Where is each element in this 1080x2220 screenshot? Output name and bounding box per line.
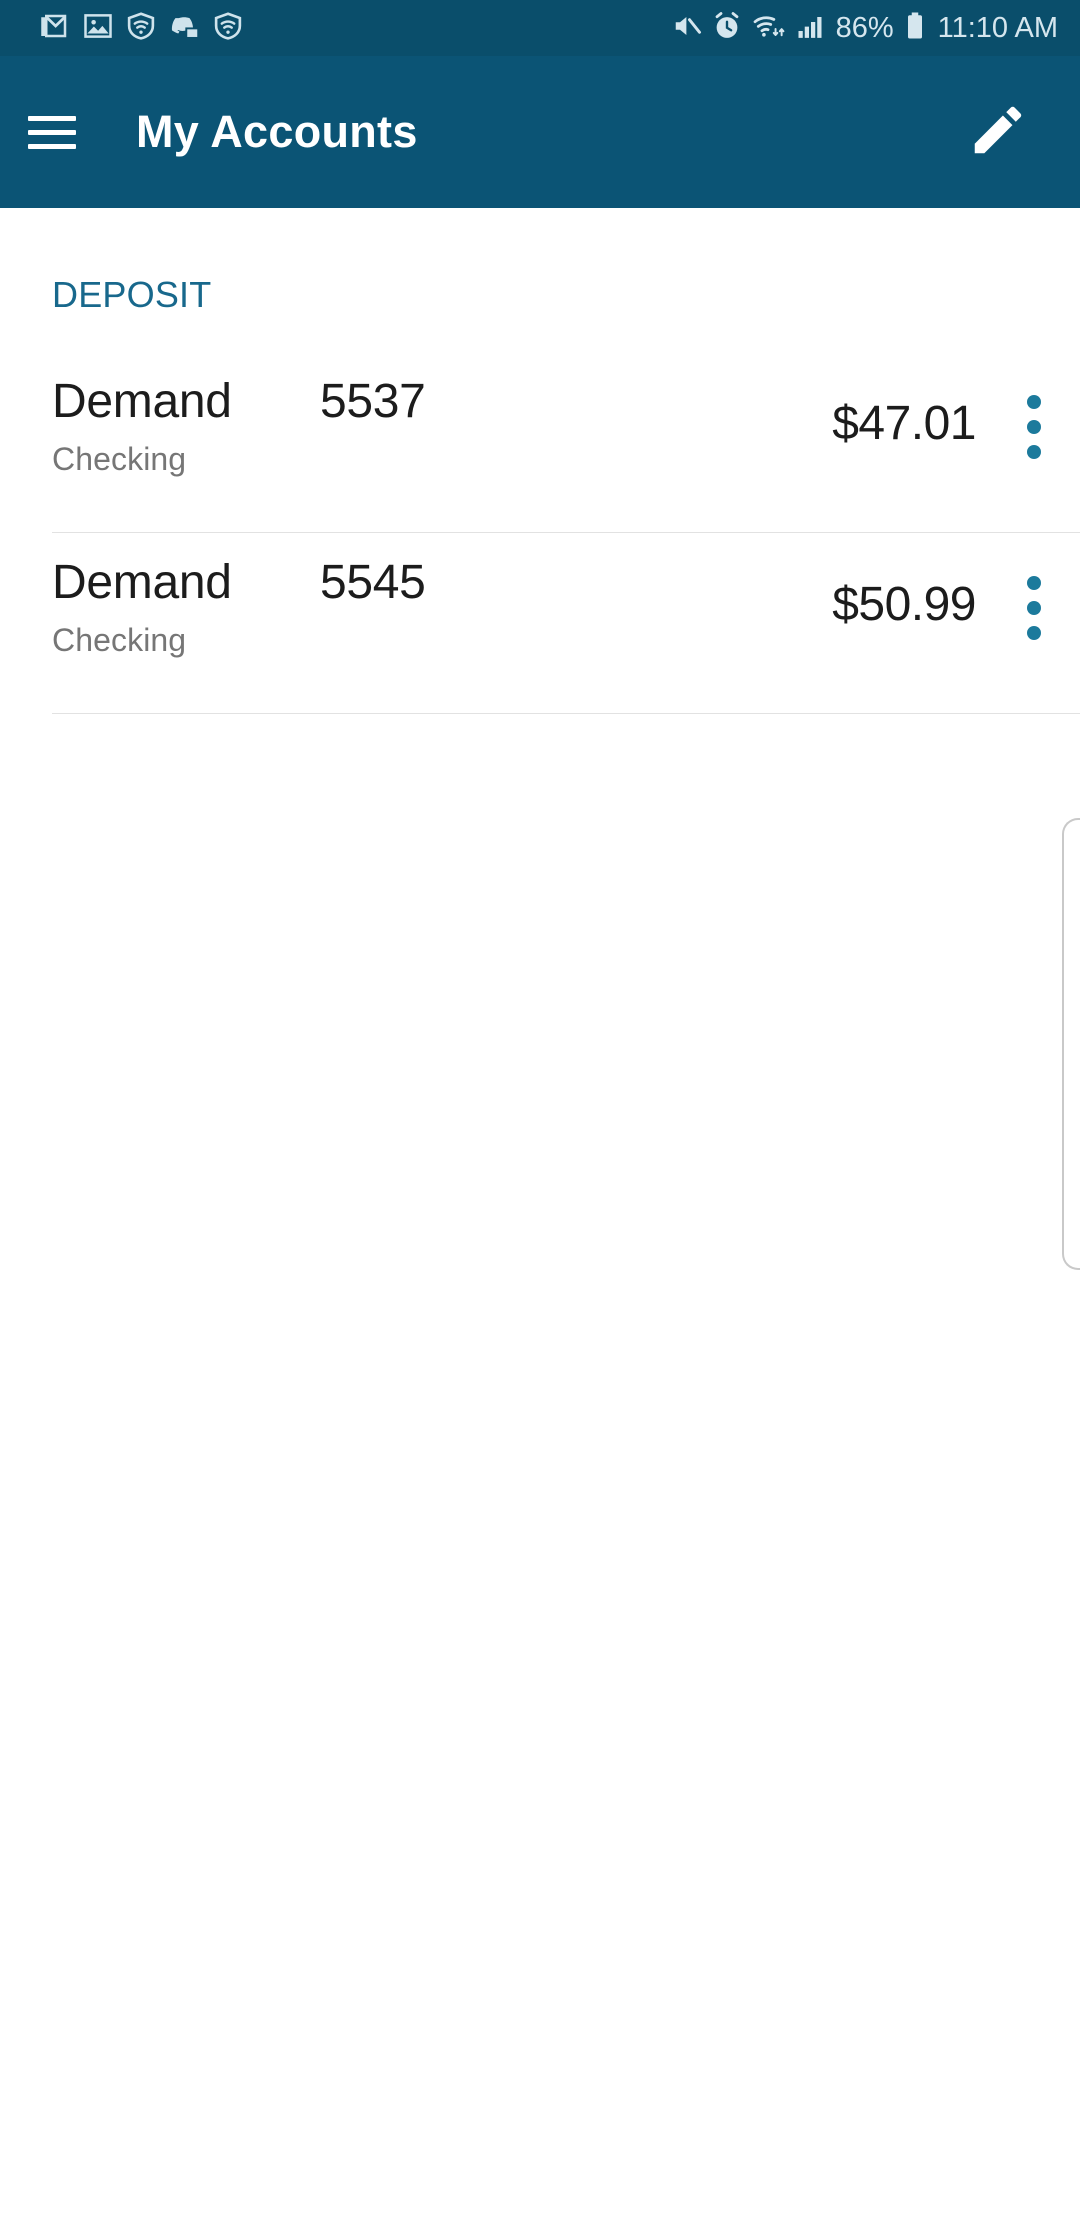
section-header-deposit: DEPOSIT <box>52 274 212 315</box>
more-vertical-icon-dot-3 <box>1027 445 1041 459</box>
account-balance: $50.99 <box>832 578 976 631</box>
signal-icon <box>796 11 826 46</box>
battery-icon <box>904 11 926 46</box>
more-vertical-icon-dot-2 <box>1027 601 1041 615</box>
account-name: Demand <box>52 556 232 609</box>
gmail-icon <box>40 11 70 46</box>
image-icon <box>83 11 113 46</box>
navigation-drawer-button[interactable] <box>0 56 104 208</box>
account-name: Demand <box>52 375 232 428</box>
battery-percentage: 86% <box>835 11 894 44</box>
account-overflow-menu-button[interactable] <box>998 555 1070 641</box>
account-identity: Demand Checking <box>0 555 320 659</box>
accounts-content: DEPOSIT Demand Checking 5537 $47.01 Dema… <box>0 208 1080 2220</box>
table-row[interactable]: Demand Checking 5545 $50.99 <box>0 533 1080 713</box>
more-vertical-icon-dot-3 <box>1027 626 1041 640</box>
account-subtype: Checking <box>52 622 187 659</box>
account-balance: $47.01 <box>832 397 976 450</box>
account-overflow-menu-button[interactable] <box>998 374 1070 460</box>
app-bar: My Accounts <box>0 56 1080 208</box>
list-divider <box>52 713 1080 714</box>
alarm-icon <box>712 11 742 46</box>
account-list: Demand Checking 5537 $47.01 Demand Check… <box>0 352 1080 714</box>
status-bar: 86% 11:10 AM <box>0 0 1080 56</box>
page-title: My Accounts <box>136 106 418 157</box>
more-vertical-icon-dot-1 <box>1027 576 1041 590</box>
wifi-icon <box>752 11 786 46</box>
account-number: 5545 <box>320 556 426 609</box>
status-bar-system-icons: 86% 11:10 AM <box>672 11 1058 46</box>
account-identity: Demand Checking <box>0 374 320 478</box>
account-number: 5537 <box>320 375 426 428</box>
shield-wifi-icon-2 <box>213 11 243 46</box>
edit-pencil-icon <box>967 99 1029 166</box>
more-vertical-icon-dot-2 <box>1027 420 1041 434</box>
hamburger-menu-icon <box>28 107 76 158</box>
more-vertical-icon-dot-1 <box>1027 395 1041 409</box>
phone-screen: 86% 11:10 AM My Accounts DEPOSIT Demand … <box>0 0 1080 2220</box>
status-bar-clock: 11:10 AM <box>937 11 1058 44</box>
account-subtype: Checking <box>52 441 187 478</box>
status-bar-notification-icons <box>40 11 243 46</box>
shield-wifi-icon <box>126 11 156 46</box>
offscreen-popup-card-edge[interactable] <box>1062 818 1080 1270</box>
table-row[interactable]: Demand Checking 5537 $47.01 <box>0 352 1080 532</box>
discord-icon <box>169 11 200 46</box>
edit-accounts-button[interactable] <box>950 84 1046 180</box>
mute-icon <box>672 11 702 46</box>
